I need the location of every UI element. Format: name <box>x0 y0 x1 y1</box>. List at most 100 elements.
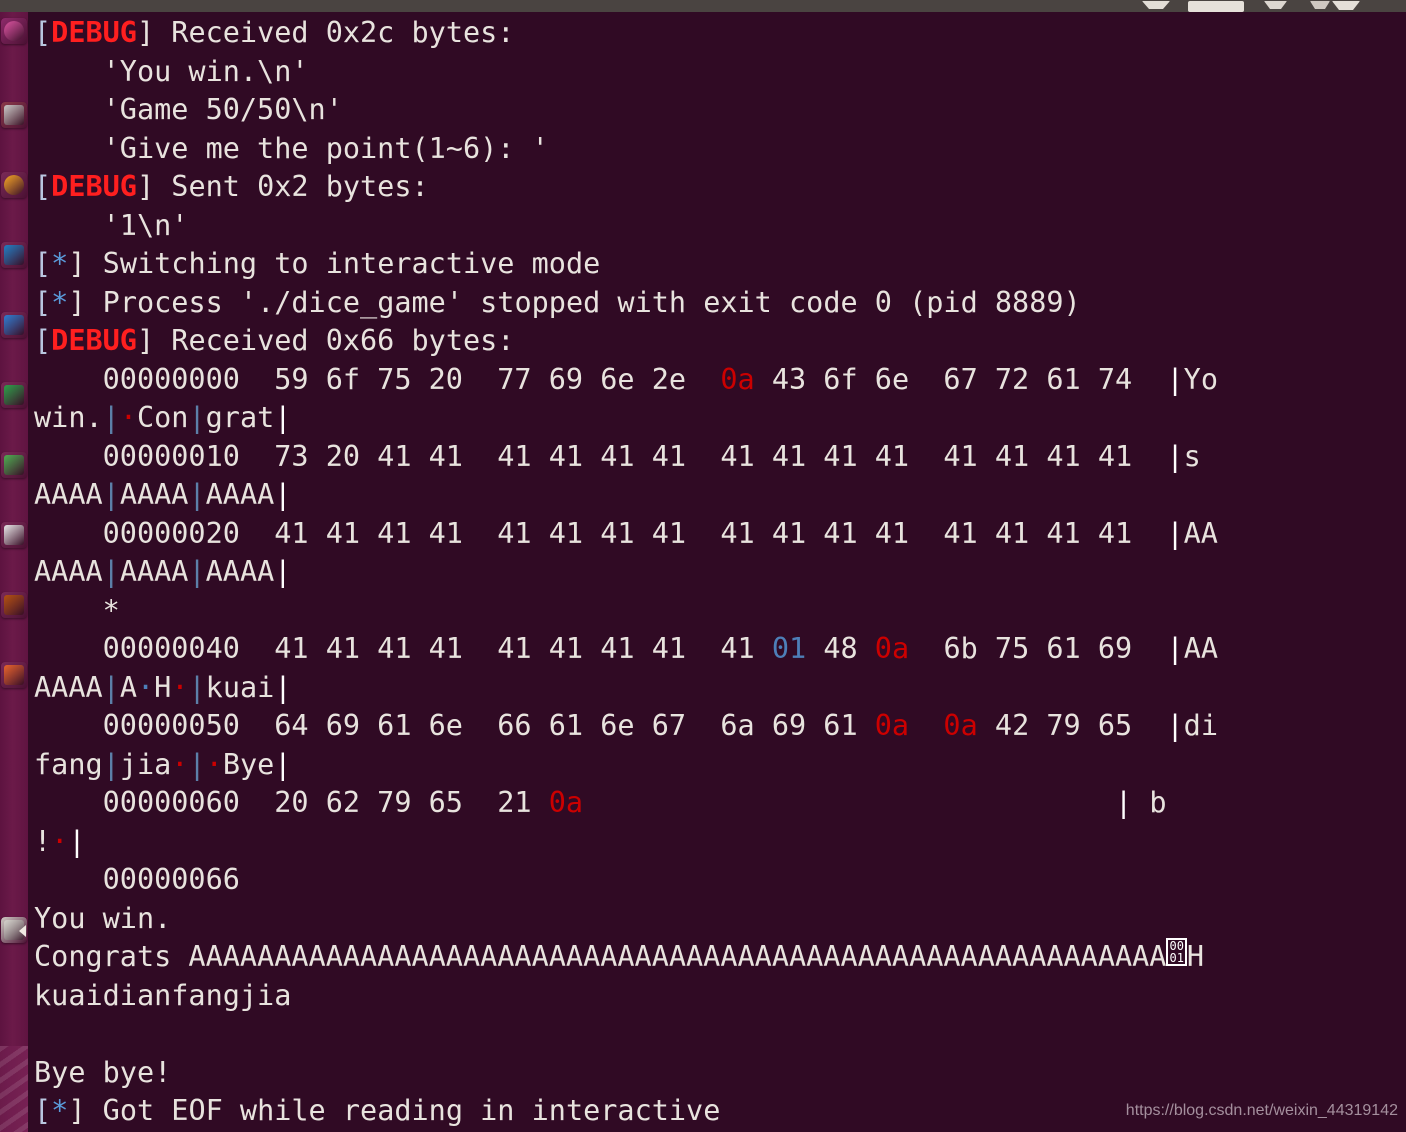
line-out-blank <box>34 1015 1406 1054</box>
dropdown-caret-icon[interactable] <box>1142 1 1170 17</box>
text-run: | <box>274 670 292 704</box>
text-run: H <box>1186 940 1205 973</box>
text-run: 'Give me the point(1~6): ' <box>34 131 549 165</box>
text-run: 00000050 64 69 61 6e 66 61 6e 67 6a 69 6… <box>34 709 875 742</box>
line-out-you-win: You win. <box>34 900 1406 939</box>
text-run: 'Game 50/50\n' <box>34 93 343 126</box>
text-run: 00000060 20 62 79 65 21 <box>34 786 549 819</box>
launcher-item-thunderbird-icon[interactable] <box>1 242 27 268</box>
text-run: * <box>51 1094 69 1127</box>
text-run: | <box>274 478 292 511</box>
text-run: AAAA <box>34 670 103 704</box>
text-run: [ <box>34 1094 52 1127</box>
text-run: | <box>188 478 206 511</box>
unity-launcher[interactable] <box>0 12 28 1132</box>
text-run: AAAA <box>119 478 189 511</box>
launcher-item-libreoffice-calc-icon[interactable] <box>1 382 27 408</box>
launcher-item-ubuntu-dash-icon[interactable] <box>1 18 27 44</box>
text-run: | <box>274 555 292 588</box>
text-run: 42 79 65 <box>977 709 1167 742</box>
text-run: · <box>51 824 69 858</box>
text-run: | <box>188 747 206 781</box>
text-run: AAAA <box>205 555 275 588</box>
software-center-icon <box>4 525 24 545</box>
text-run: 00000066 <box>34 863 240 896</box>
volume-icon[interactable] <box>1264 1 1287 18</box>
libreoffice-calc-icon <box>4 385 24 405</box>
launcher-item-files-nautilus-icon[interactable] <box>1 102 27 128</box>
terminal-window[interactable]: [DEBUG] Received 0x2c bytes: 'You win.\n… <box>28 12 1406 1132</box>
control-char-glyph: 00 01 <box>1166 938 1187 966</box>
text-run: Bye <box>222 747 275 781</box>
amazon-icon <box>4 595 24 615</box>
text-run: * <box>34 593 120 627</box>
line-out-congrats: Congrats AAAAAAAAAAAAAAAAAAAAAAAAAAAAAAA… <box>34 938 1406 977</box>
hexrow-00000050-wrap: fang|jia·|·Bye| <box>34 746 1406 785</box>
text-run: 0a <box>548 786 584 819</box>
terminal-output: [DEBUG] Received 0x2c bytes: 'You win.\n… <box>34 14 1406 1132</box>
ubuntu-dash-icon <box>4 21 24 41</box>
hexrow-00000040: 00000040 41 41 41 41 41 41 41 41 41 01 4… <box>34 630 1406 669</box>
text-run: · <box>136 670 155 704</box>
text-run <box>909 709 943 742</box>
line-process-stopped: [*] Process './dice_game' stopped with e… <box>34 284 1406 323</box>
text-run: jia <box>119 747 172 781</box>
line-out-bye-bye: Bye bye! <box>34 1054 1406 1093</box>
text-run: | <box>274 747 292 781</box>
launcher-item-firefox-icon[interactable] <box>1 172 27 198</box>
text-run: 00000010 73 20 41 41 41 41 41 41 41 41 4… <box>34 439 1167 473</box>
text-run: [ <box>34 16 52 49</box>
text-run: 43 6f 6e 67 72 61 74 <box>754 362 1167 396</box>
text-run: ] Sent 0x2 bytes: <box>136 170 429 203</box>
text-run: · <box>205 747 223 781</box>
launcher-item-amazon-icon[interactable] <box>1 592 27 618</box>
hexrow-00000000-wrap: win.|·Con|grat| <box>34 399 1406 438</box>
launcher-item-software-center-icon[interactable] <box>1 522 27 548</box>
text-run: Congrats AAAAAAAAAAAAAAAAAAAAAAAAAAAAAAA… <box>34 940 1167 973</box>
text-run: '1\n' <box>34 208 189 242</box>
text-run: AA <box>1183 632 1219 665</box>
menu-caret-icon[interactable] <box>1332 1 1360 19</box>
desktop-screen: [DEBUG] Received 0x2c bytes: 'You win.\n… <box>0 0 1406 1132</box>
network-icon[interactable] <box>1310 1 1330 18</box>
hexrow-00000066-total: 00000066 <box>34 861 1406 900</box>
text-run: 00000040 41 41 41 41 41 41 41 41 41 <box>34 632 772 665</box>
launcher-item-settings-icon[interactable] <box>1 662 27 688</box>
text-run: | <box>68 824 86 858</box>
settings-icon <box>4 665 24 685</box>
text-run: [ <box>34 170 52 203</box>
text-run: AA <box>1183 516 1218 550</box>
line-sent-payload: '1\n' <box>34 207 1406 246</box>
hexrow-00000000: 00000000 59 6f 75 20 77 69 6e 2e 0a 43 6… <box>34 361 1406 400</box>
text-run: AAAA <box>34 478 103 511</box>
hexrow-00000010: 00000010 73 20 41 41 41 41 41 41 41 41 4… <box>34 438 1406 477</box>
text-run: · <box>171 747 189 781</box>
text-run: grat <box>205 401 275 434</box>
line-you-win-quoted: 'You win.\n' <box>34 53 1406 92</box>
hexrow-00000020: 00000020 41 41 41 41 41 41 41 41 41 41 4… <box>34 515 1406 554</box>
text-run: 48 <box>806 632 875 665</box>
text-run: kuaidianfangjia <box>34 978 292 1012</box>
text-run: H <box>154 670 172 704</box>
launcher-item-libreoffice-impress-icon[interactable] <box>1 452 27 478</box>
text-run: win. <box>34 401 103 434</box>
hexrow-00000060-wrap: !·| <box>34 823 1406 862</box>
text-run: | <box>1166 709 1184 742</box>
text-run: 6b 75 61 69 <box>909 632 1167 665</box>
text-run: 0a <box>720 362 755 396</box>
text-run: | <box>102 555 120 588</box>
text-run: DEBUG <box>51 16 137 49</box>
libreoffice-impress-icon <box>4 455 24 475</box>
text-run: 0a <box>874 632 910 665</box>
launcher-item-libreoffice-writer-icon[interactable] <box>1 312 27 338</box>
text-run: | <box>1115 786 1133 819</box>
watermark-text: https://blog.csdn.net/weixin_44319142 <box>1125 1102 1398 1119</box>
text-run: * <box>51 247 69 280</box>
text-run: kuai <box>205 670 275 704</box>
launcher-trash-area[interactable] <box>0 1046 28 1132</box>
hexrow-00000050: 00000050 64 69 61 6e 66 61 6e 67 6a 69 6… <box>34 707 1406 746</box>
text-run: [ <box>34 247 52 280</box>
text-run: | <box>102 670 120 704</box>
battery-icon[interactable] <box>1188 1 1244 12</box>
text-run: DEBUG <box>51 170 137 203</box>
